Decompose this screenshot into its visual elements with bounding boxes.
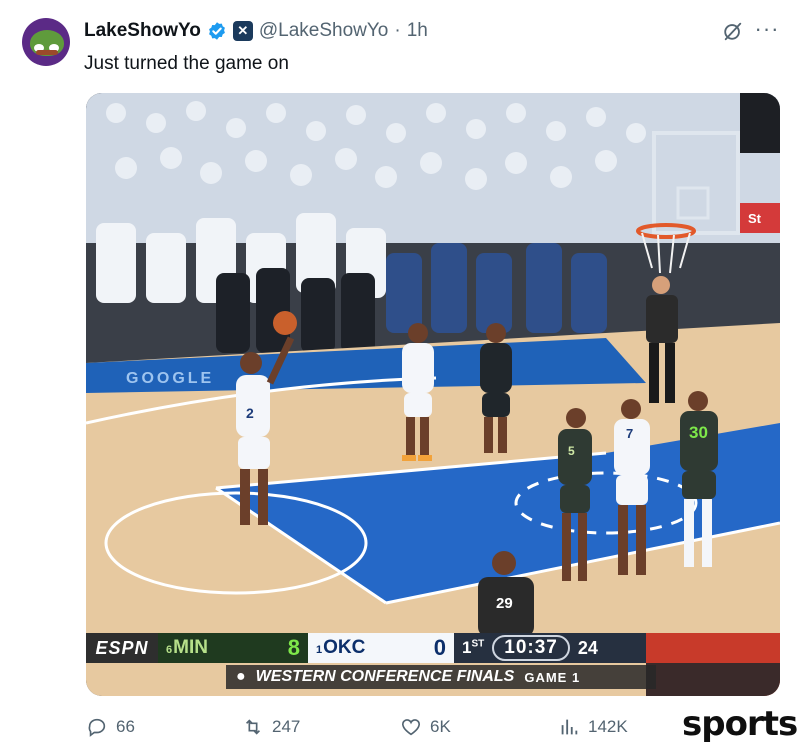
views-button[interactable]: 142K bbox=[558, 716, 628, 738]
heart-icon bbox=[401, 719, 421, 736]
tweet-text: Just turned the game on bbox=[84, 53, 289, 74]
user-handle[interactable]: @LakeShowYo bbox=[259, 20, 389, 42]
user-avatar[interactable] bbox=[22, 18, 70, 66]
scorebug: ESPN 6MIN 8 1OKC 0 1ST 10:37 24 bbox=[86, 633, 646, 663]
game-clock: 10:37 bbox=[492, 635, 570, 661]
video-media[interactable]: St GOOGLE 2 5 7 30 29 ESPN 6MIN 8 1OKC 0… bbox=[86, 93, 780, 696]
team-min: 6MIN 8 bbox=[158, 633, 308, 663]
reply-button[interactable]: 66 bbox=[86, 716, 135, 738]
sports-watermark: sports bbox=[682, 704, 798, 744]
more-options-button[interactable]: ··· bbox=[752, 16, 782, 42]
svg-text:5: 5 bbox=[568, 444, 575, 458]
tweet-header: LakeShowYo ✕ @LakeShowYo · 1h bbox=[84, 18, 428, 44]
series-title: WESTERN CONFERENCE FINALS bbox=[255, 668, 515, 685]
svg-text:29: 29 bbox=[496, 595, 513, 612]
post-time[interactable]: 1h bbox=[407, 20, 428, 42]
nba-logo-icon: ● bbox=[236, 668, 246, 685]
shot-clock: 24 bbox=[577, 637, 598, 658]
verified-badge-icon bbox=[208, 22, 225, 40]
views-count: 142K bbox=[588, 717, 628, 736]
team-okc-score: 0 bbox=[433, 635, 446, 660]
svg-text:7: 7 bbox=[626, 426, 633, 441]
arena-sign-text: St bbox=[748, 211, 762, 226]
x-affiliate-badge-icon[interactable]: ✕ bbox=[232, 21, 253, 41]
separator-dot: · bbox=[394, 20, 401, 41]
game-number: GAME 1 bbox=[524, 669, 581, 685]
tweet-actions: 66 247 6K 142K bbox=[0, 706, 800, 752]
network-logo: ESPN bbox=[86, 633, 158, 663]
reply-icon bbox=[88, 718, 106, 737]
reply-count: 66 bbox=[116, 717, 135, 736]
repost-button[interactable]: 247 bbox=[242, 716, 300, 738]
quarter: 1ST bbox=[462, 638, 485, 657]
grok-icon[interactable] bbox=[722, 20, 744, 42]
team-min-score: 8 bbox=[287, 635, 300, 660]
svg-text:2: 2 bbox=[246, 405, 254, 421]
repost-count: 247 bbox=[272, 717, 301, 736]
views-chart-icon bbox=[561, 719, 578, 735]
repost-icon bbox=[245, 719, 261, 735]
game-clock-box: 1ST 10:37 24 bbox=[454, 633, 646, 663]
team-okc: 1OKC 0 bbox=[308, 633, 454, 663]
series-banner: ● WESTERN CONFERENCE FINALS GAME 1 bbox=[226, 665, 656, 689]
game-scene: St GOOGLE 2 5 7 30 29 bbox=[86, 93, 780, 696]
like-count: 6K bbox=[430, 717, 451, 736]
display-name[interactable]: LakeShowYo bbox=[84, 20, 201, 42]
svg-text:30: 30 bbox=[689, 423, 708, 442]
like-button[interactable]: 6K bbox=[400, 716, 451, 738]
court-ad-text: GOOGLE bbox=[126, 370, 214, 387]
